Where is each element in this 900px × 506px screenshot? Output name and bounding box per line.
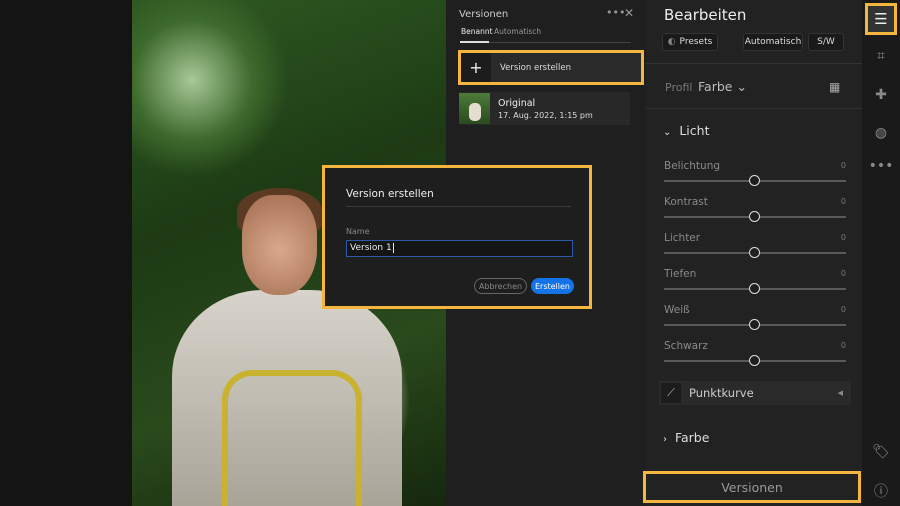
crop-icon[interactable]: ⌗: [862, 48, 900, 64]
slider-label: Schwarz: [664, 340, 708, 352]
slider-0: Belichtung 0: [664, 160, 846, 190]
point-curve-section[interactable]: ⟋ Punktkurve ◀: [659, 381, 851, 405]
more-icon[interactable]: •••: [862, 158, 900, 174]
slider-label: Tiefen: [664, 268, 697, 280]
slider-handle[interactable]: [749, 355, 760, 366]
slider-value: 0: [840, 161, 846, 170]
more-icon[interactable]: •••: [606, 6, 625, 19]
version-thumbnail: [459, 93, 490, 124]
version-name: Original: [498, 97, 536, 109]
name-label: Name: [346, 227, 370, 236]
tab-benannt[interactable]: Benannt: [461, 27, 493, 36]
slider-value: 0: [840, 197, 846, 206]
edit-sliders-icon[interactable]: ☰: [865, 3, 897, 35]
slider-5: Schwarz 0: [664, 340, 846, 370]
slider-handle[interactable]: [749, 319, 760, 330]
confirm-button[interactable]: Erstellen: [531, 278, 574, 294]
edit-title: Bearbeiten: [664, 6, 747, 24]
dialog-title: Version erstellen: [346, 188, 434, 200]
slider-1: Kontrast 0: [664, 196, 846, 226]
edit-panel: Bearbeiten ◐ Presets Automatisch S/W Prof…: [643, 0, 862, 506]
presets-button[interactable]: ◐ Presets: [662, 33, 718, 51]
name-input[interactable]: Version 1: [346, 240, 573, 257]
chevron-right-icon: ›: [663, 434, 667, 445]
slider-label: Belichtung: [664, 160, 721, 172]
chevron-down-icon: ⌄: [663, 127, 672, 138]
slider-label: Weiß: [664, 304, 690, 316]
cancel-button[interactable]: Abbrechen: [474, 278, 527, 294]
versions-title: Versionen: [459, 9, 509, 20]
profile-browser-icon[interactable]: ▦: [829, 80, 840, 94]
tab-automatisch[interactable]: Automatisch: [494, 27, 541, 36]
slider-3: Tiefen 0: [664, 268, 846, 298]
create-version-label: Version erstellen: [500, 62, 572, 73]
slider-handle[interactable]: [749, 211, 760, 222]
slider-handle[interactable]: [749, 247, 760, 258]
slider-value: 0: [840, 233, 846, 242]
chevron-down-icon: ⌄: [736, 79, 747, 94]
slider-value: 0: [840, 305, 846, 314]
slider-handle[interactable]: [749, 283, 760, 294]
slider-value: 0: [840, 269, 846, 278]
create-version-dialog: Version erstellen Name Version 1 Abbrech…: [322, 165, 592, 309]
slider-value: 0: [840, 341, 846, 350]
version-date: 17. Aug. 2022, 1:15 pm: [498, 110, 593, 120]
color-section-toggle[interactable]: › Farbe: [663, 430, 709, 445]
light-section-toggle[interactable]: ⌄ Licht: [663, 123, 709, 138]
presets-icon: ◐: [667, 37, 676, 47]
healing-icon[interactable]: ✚: [862, 87, 900, 103]
masking-icon[interactable]: ◍: [862, 125, 900, 141]
create-version-button[interactable]: + Version erstellen: [458, 50, 644, 85]
slider-label: Lichter: [664, 232, 701, 244]
slider-handle[interactable]: [749, 175, 760, 186]
plus-icon: +: [461, 53, 491, 82]
curve-icon: ⟋: [661, 383, 681, 403]
close-icon[interactable]: ✕: [624, 6, 634, 20]
slider-4: Weiß 0: [664, 304, 846, 334]
tool-strip: ☰ ⌗ ✚ ◍ ••• 🏷︎ ⓘ: [862, 0, 900, 506]
info-icon[interactable]: ⓘ: [862, 481, 900, 501]
slider-label: Kontrast: [664, 196, 708, 208]
profile-dropdown[interactable]: Farbe ⌄: [698, 79, 747, 94]
auto-button[interactable]: Automatisch: [743, 33, 803, 51]
tag-icon[interactable]: 🏷︎: [862, 444, 900, 460]
bw-button[interactable]: S/W: [808, 33, 844, 51]
version-item[interactable]: Original 17. Aug. 2022, 1:15 pm: [459, 92, 630, 125]
collapse-arrow-icon: ◀: [837, 389, 843, 397]
profile-label: Profil: [665, 81, 693, 94]
versions-button[interactable]: Versionen: [643, 471, 861, 503]
slider-2: Lichter 0: [664, 232, 846, 262]
